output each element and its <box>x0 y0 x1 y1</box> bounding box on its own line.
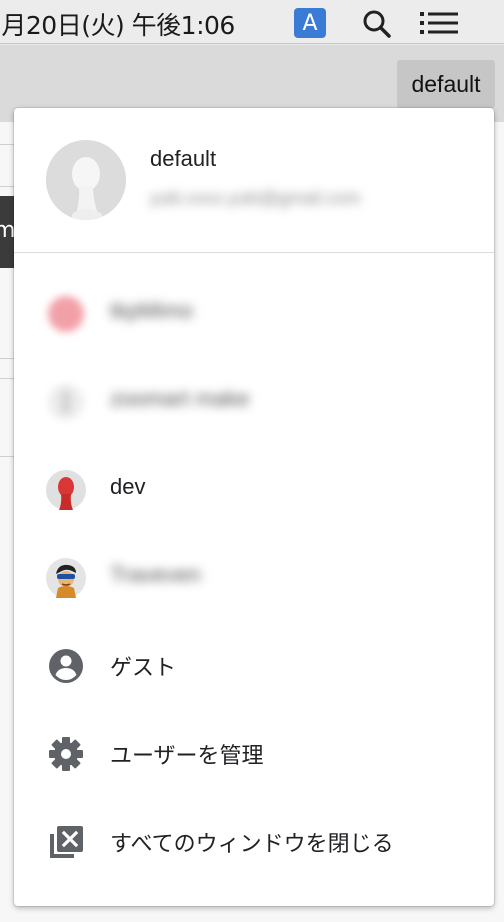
profile-item[interactable]: tkpMimo <box>14 270 494 358</box>
notification-center-icon[interactable] <box>420 11 458 35</box>
profile-item-label: zoomart make <box>110 386 250 411</box>
mannequin-avatar-icon <box>46 140 126 220</box>
profile-item[interactable]: zoomart make <box>14 358 494 446</box>
manage-users-menu-label: ユーザーを管理 <box>110 743 264 768</box>
red-mannequin-avatar-icon <box>46 470 86 510</box>
current-profile-email: yuki.xxxx.yuki@gmail.com <box>150 188 361 208</box>
profile-item[interactable]: Traveven <box>14 534 494 622</box>
close-all-windows-menu-label: すべてのウィンドウを閉じる <box>110 831 394 856</box>
spotlight-search-icon[interactable] <box>362 9 392 39</box>
gear-icon <box>49 737 83 771</box>
menu-divider <box>14 252 494 253</box>
current-profile[interactable]: default yuki.xxxx.yuki@gmail.com <box>14 108 494 253</box>
guest-menu-item[interactable]: ゲスト <box>14 622 494 710</box>
profile-avatar-icon <box>48 296 84 332</box>
close-all-windows-menu-item[interactable]: すべてのウィンドウを閉じる <box>14 798 494 886</box>
profile-item[interactable]: dev <box>14 446 494 534</box>
cartoon-character-avatar-icon <box>46 558 86 598</box>
profile-menu: default yuki.xxxx.yuki@gmail.com tkpMimo… <box>14 108 494 906</box>
profile-button[interactable]: default <box>397 60 495 108</box>
current-profile-avatar <box>46 140 126 220</box>
profile-item-label: tkpMimo <box>110 298 194 323</box>
profile-item-label: dev <box>110 474 146 499</box>
manage-users-menu-item[interactable]: ユーザーを管理 <box>14 710 494 798</box>
close-all-windows-icon <box>50 826 83 858</box>
mac-menu-bar: 3月20日(火) 午後1:06 A <box>0 0 504 44</box>
menubar-clock[interactable]: 3月20日(火) 午後1:06 <box>0 6 235 42</box>
guest-menu-label: ゲスト <box>110 655 177 680</box>
current-profile-name: default <box>150 146 217 171</box>
profile-avatar-icon <box>48 384 84 420</box>
input-source-icon[interactable]: A <box>294 8 326 38</box>
account-circle-icon <box>49 649 83 683</box>
profile-item-label: Traveven <box>110 562 201 587</box>
